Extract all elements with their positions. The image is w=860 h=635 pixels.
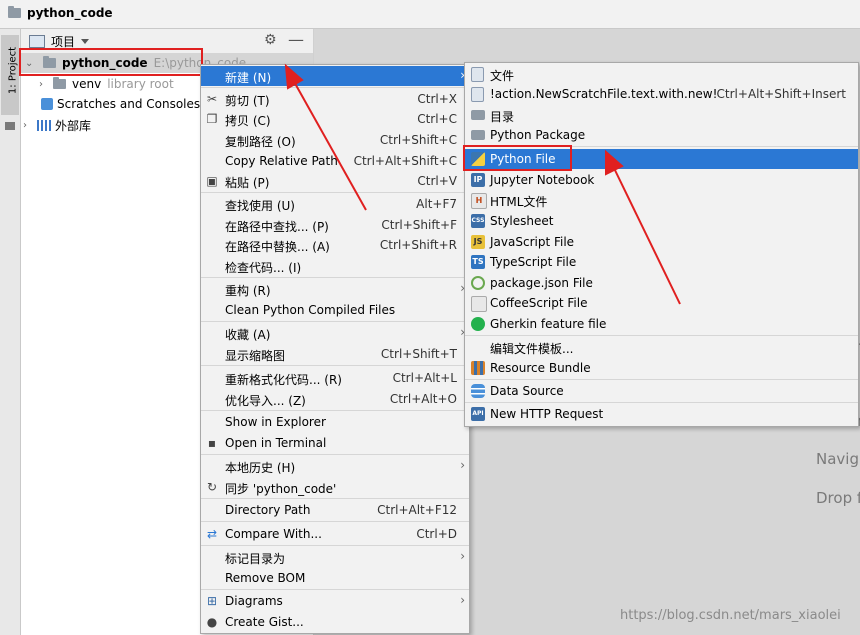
annotation-arrow-line	[611, 163, 681, 305]
annotation-arrow-line	[291, 77, 367, 211]
annotation-arrowhead	[605, 149, 624, 176]
annotation-arrows	[284, 63, 681, 305]
watermark: https://blog.csdn.net/mars_xiaolei	[620, 608, 841, 623]
annotation-arrowhead	[284, 63, 304, 90]
